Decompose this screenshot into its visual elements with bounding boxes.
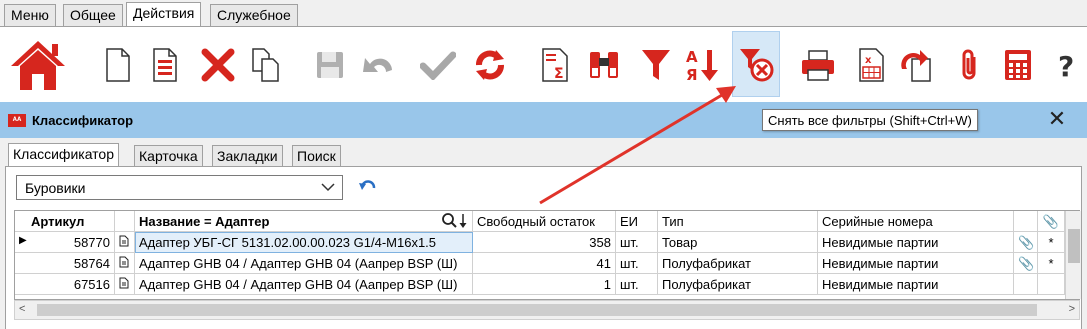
- cell-stock: 41: [473, 253, 616, 274]
- cell-name: Адаптер GHB 04 / Адаптер GHB 04 (Аапрер …: [135, 274, 473, 295]
- cell-article: 58764: [15, 253, 115, 274]
- svg-text:?: ?: [1058, 50, 1074, 82]
- paperclip-icon: 📎: [1038, 211, 1065, 232]
- article-value: 58770: [73, 235, 110, 250]
- save-icon[interactable]: [308, 27, 352, 103]
- cell-type: Полуфабрикат: [658, 274, 818, 295]
- cell-name: Адаптер GHB 04 / Адаптер GHB 04 (Аапрер …: [135, 253, 473, 274]
- svg-text:Я: Я: [686, 66, 698, 84]
- sum-icon[interactable]: Σ: [534, 27, 578, 103]
- cell-serial: Невидимые партии: [818, 274, 1014, 295]
- app-logo: ᴬᴬ: [8, 114, 26, 127]
- filter-icon[interactable]: [634, 27, 678, 103]
- tab-actions[interactable]: Действия: [126, 2, 202, 27]
- cell-stock: 1: [473, 274, 616, 295]
- clear-filters-tooltip: Снять все фильтры (Shift+Ctrl+W): [762, 109, 978, 131]
- svg-text:А: А: [686, 48, 698, 66]
- tab-classifier[interactable]: Классификатор: [8, 143, 120, 166]
- main-menu-tabs: Меню Общее Действия Служебное: [0, 0, 1087, 27]
- chevron-down-icon[interactable]: [320, 180, 336, 197]
- cell-serial: Невидимые партии: [818, 253, 1014, 274]
- table-row[interactable]: 58764 Адаптер GHB 04 / Адаптер GHB 04 (А…: [15, 253, 1065, 274]
- horizontal-scroll-thumb[interactable]: [37, 304, 1037, 316]
- cell-star: *: [1038, 232, 1065, 253]
- reset-filter-icon[interactable]: [358, 179, 376, 196]
- home-icon[interactable]: [8, 27, 68, 103]
- col-name[interactable]: Название = Адаптер: [135, 211, 473, 232]
- cell-type: Полуфабрикат: [658, 253, 818, 274]
- cell-serial: Невидимые партии: [818, 232, 1014, 253]
- document-icon: [115, 274, 135, 295]
- filter-combobox-value: Буровики: [25, 180, 86, 196]
- cell-unit: шт.: [616, 274, 658, 295]
- cell-star: *: [1038, 253, 1065, 274]
- svg-text:x: x: [865, 55, 872, 66]
- col-type[interactable]: Тип: [658, 211, 818, 232]
- vertical-scroll-thumb[interactable]: [1068, 229, 1080, 263]
- help-icon[interactable]: ?: [1048, 27, 1084, 103]
- attachment-clip-icon[interactable]: 📎: [1014, 253, 1038, 274]
- filter-combobox[interactable]: Буровики: [16, 175, 343, 200]
- col-clip: [1014, 211, 1038, 232]
- col-doc: [115, 211, 135, 232]
- attachment-icon[interactable]: [948, 27, 992, 103]
- svg-text:Σ: Σ: [554, 66, 564, 82]
- col-stock[interactable]: Свободный остаток: [473, 211, 616, 232]
- cell-clip: [1014, 274, 1038, 295]
- tab-bookmarks[interactable]: Закладки: [212, 145, 283, 166]
- close-icon[interactable]: ✕: [1046, 108, 1068, 130]
- classifier-panel: Буровики Артикул Название = Адаптер Своб…: [5, 166, 1082, 329]
- new-document-icon[interactable]: [98, 27, 138, 103]
- cell-name: Адаптер УБГ-СГ 5131.02.00.00.023 G1/4-M1…: [135, 232, 473, 253]
- toolbar: Σ АЯ x ?: [0, 26, 1087, 102]
- tab-card[interactable]: Карточка: [134, 145, 203, 166]
- undo-icon[interactable]: [356, 27, 400, 103]
- binoculars-icon[interactable]: [582, 27, 626, 103]
- tab-general[interactable]: Общее: [63, 4, 123, 26]
- items-table: Артикул Название = Адаптер Свободный ост…: [14, 210, 1081, 300]
- copy-icon[interactable]: [244, 27, 288, 103]
- calculator-icon[interactable]: [996, 27, 1040, 103]
- document-icon: [115, 232, 135, 253]
- document-list-icon[interactable]: [145, 27, 185, 103]
- horizontal-scrollbar[interactable]: < >: [14, 300, 1080, 320]
- col-article[interactable]: Артикул: [15, 211, 115, 232]
- table-row[interactable]: 67516 Адаптер GHB 04 / Адаптер GHB 04 (А…: [15, 274, 1065, 295]
- refresh-icon[interactable]: [468, 27, 512, 103]
- cell-article: ▶ 58770: [15, 232, 115, 253]
- cell-article: 67516: [15, 274, 115, 295]
- check-icon[interactable]: [416, 27, 460, 103]
- export-icon[interactable]: [894, 27, 938, 103]
- search-sort-icon[interactable]: [441, 213, 469, 232]
- excel-icon[interactable]: x: [850, 27, 894, 103]
- table-row[interactable]: ▶ 58770 Адаптер УБГ-СГ 5131.02.00.00.023…: [15, 232, 1065, 253]
- scroll-left-icon[interactable]: <: [19, 303, 25, 315]
- scroll-right-icon[interactable]: >: [1069, 303, 1075, 315]
- document-icon: [115, 253, 135, 274]
- row-marker: ▶: [19, 235, 27, 246]
- tab-search[interactable]: Поиск: [292, 145, 341, 166]
- cell-stock: 358: [473, 232, 616, 253]
- col-unit[interactable]: ЕИ: [616, 211, 658, 232]
- delete-icon[interactable]: [196, 27, 240, 103]
- col-name-label: Название = Адаптер: [139, 214, 270, 229]
- clear-filter-icon[interactable]: [732, 31, 780, 97]
- printer-icon[interactable]: [796, 27, 840, 103]
- cell-type: Товар: [658, 232, 818, 253]
- vertical-scrollbar[interactable]: [1065, 211, 1081, 299]
- window-title: Классификатор: [32, 113, 134, 128]
- col-serial[interactable]: Серийные номера: [818, 211, 1014, 232]
- tab-service[interactable]: Служебное: [210, 4, 298, 26]
- cell-unit: шт.: [616, 253, 658, 274]
- cell-star: [1038, 274, 1065, 295]
- cell-unit: шт.: [616, 232, 658, 253]
- sort-az-icon[interactable]: АЯ: [680, 27, 724, 103]
- inner-tabs: Классификатор Карточка Закладки Поиск: [0, 138, 1087, 166]
- attachment-clip-icon[interactable]: 📎: [1014, 232, 1038, 253]
- tab-menu[interactable]: Меню: [4, 4, 56, 26]
- table-header: Артикул Название = Адаптер Свободный ост…: [15, 211, 1065, 232]
